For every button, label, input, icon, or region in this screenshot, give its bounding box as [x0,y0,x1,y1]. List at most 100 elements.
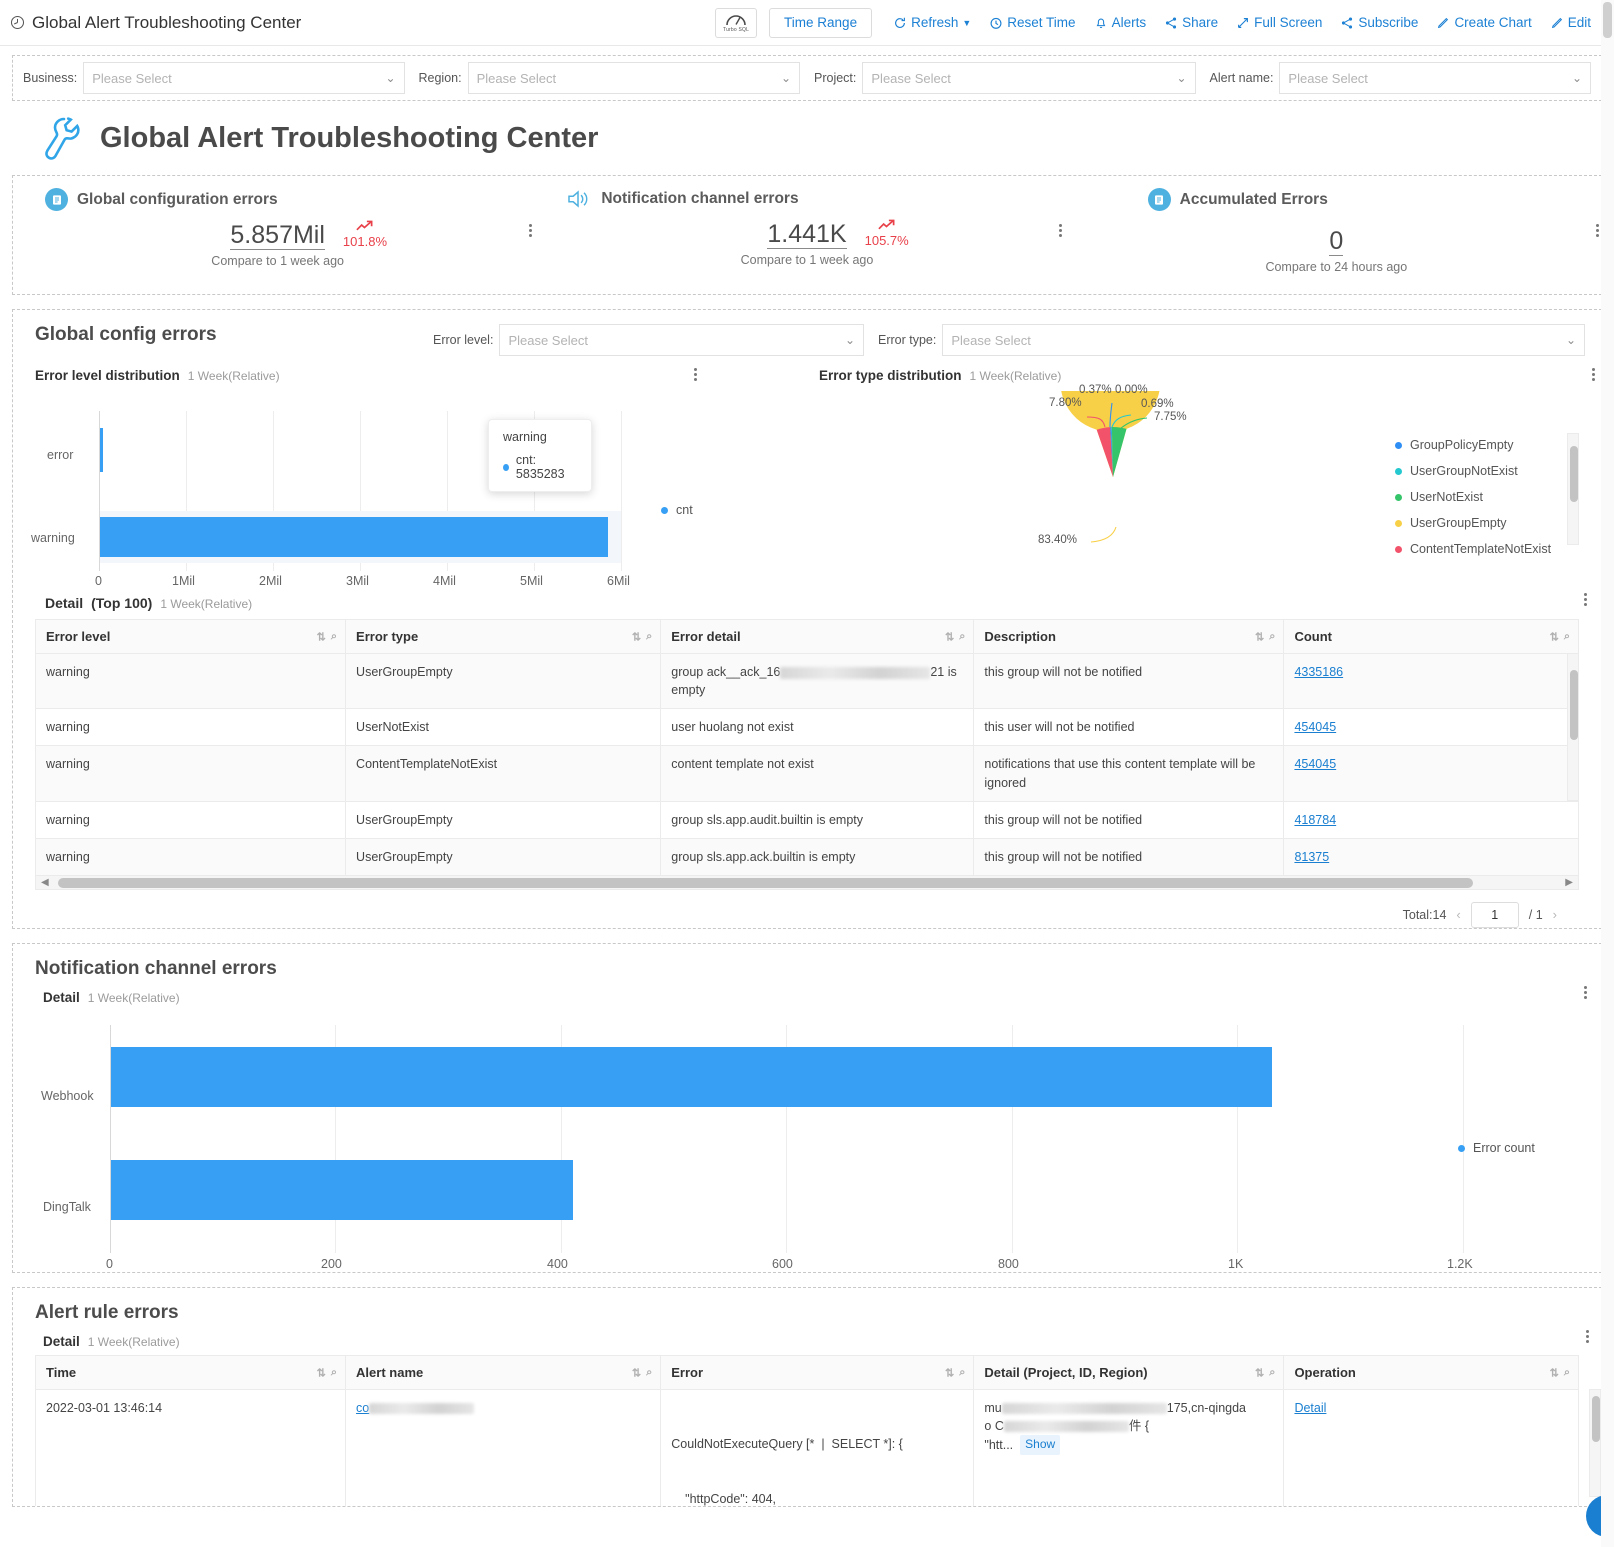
legend-scrollbar[interactable] [1567,433,1579,545]
cell-count-link[interactable]: 418784 [1294,813,1336,827]
cell-count-link[interactable]: 454045 [1294,720,1336,734]
column-tools[interactable]: ⇅ ⌕ [1550,630,1570,643]
reset-time-button[interactable]: Reset Time [980,15,1084,30]
sort-icon[interactable]: ⇅ [1255,630,1264,643]
chart-more-menu[interactable] [694,366,697,383]
column-header-error-type[interactable]: Error type ⇅ ⌕ [345,619,662,654]
kpi-more-menu[interactable] [1058,222,1062,239]
legend-item-contenttemplatenotexist[interactable]: ContentTemplateNotExist [1395,542,1575,556]
search-icon[interactable]: ⌕ [331,630,337,643]
sort-icon[interactable]: ⇅ [945,1366,954,1379]
kpi-more-menu[interactable] [529,222,533,239]
region-select[interactable]: Please Select ⌄ [467,62,800,94]
alerts-button[interactable]: Alerts [1085,15,1156,30]
column-tools[interactable]: ⇅ ⌕ [632,630,652,643]
cell-operation-detail-link[interactable]: Detail [1294,1401,1326,1415]
kpi-more-menu[interactable] [1595,222,1599,239]
bar-dingtalk[interactable] [111,1160,573,1220]
business-select[interactable]: Please Select ⌄ [83,62,405,94]
alert-name-select[interactable]: Please Select ⌄ [1279,62,1591,94]
detail-more-menu[interactable] [1584,591,1587,608]
search-icon[interactable]: ⌕ [1269,630,1275,643]
search-icon[interactable]: ⌕ [959,1366,965,1379]
column-tools[interactable]: ⇅ ⌕ [317,630,337,643]
sort-icon[interactable]: ⇅ [1255,1366,1264,1379]
sort-icon[interactable]: ⇅ [317,630,326,643]
turbo-sql-badge[interactable]: Turbo SQL [715,7,758,38]
column-tools[interactable]: ⇅ ⌕ [945,630,965,643]
sort-icon[interactable]: ⇅ [632,1366,641,1379]
search-icon[interactable]: ⌕ [646,1366,652,1379]
search-icon[interactable]: ⌕ [1564,630,1570,643]
subscribe-button[interactable]: Subscribe [1331,15,1427,30]
legend-item-usernotexist[interactable]: UserNotExist [1395,490,1575,504]
column-tools[interactable]: ⇅ ⌕ [945,1366,965,1379]
column-header-error-detail[interactable]: Error detail ⇅ ⌕ [660,619,975,654]
time-range-button[interactable]: Time Range [769,7,873,38]
edit-button[interactable]: Edit [1541,15,1600,30]
sort-icon[interactable]: ⇅ [1550,1366,1559,1379]
column-label: Detail (Project, ID, Region) [984,1365,1148,1380]
error-level-select[interactable]: Please Select ⌄ [499,324,864,356]
sort-icon[interactable]: ⇅ [632,630,641,643]
detail-show-button[interactable]: Show [1020,1435,1061,1455]
pagination-prev-button[interactable]: ‹ [1456,907,1460,922]
table-horizontal-scrollbar[interactable]: ◀ ▶ [35,875,1579,890]
column-header-count[interactable]: Count ⇅ ⌕ [1283,619,1579,654]
legend-item-grouppolicyempty[interactable]: GroupPolicyEmpty [1395,438,1575,452]
full-screen-button[interactable]: Full Screen [1227,15,1331,30]
search-icon[interactable]: ⌕ [1269,1366,1275,1379]
cell-count-link[interactable]: 4335186 [1294,665,1343,679]
cell-count-link[interactable]: 81375 [1294,850,1329,864]
cell-alert-name-link[interactable]: co [356,1401,369,1415]
table-vertical-scrollbar[interactable] [1567,653,1579,801]
column-header-alert-name[interactable]: Alert name ⇅ ⌕ [345,1355,662,1390]
cell-count-link[interactable]: 454045 [1294,757,1336,771]
error-type-select[interactable]: Please Select ⌄ [942,324,1585,356]
sort-icon[interactable]: ⇅ [945,630,954,643]
column-label: Error level [46,629,111,644]
detail-more-menu[interactable] [1586,1328,1589,1345]
bar-chart-legend[interactable]: cnt [661,503,693,517]
column-tools[interactable]: ⇅ ⌕ [1255,1366,1275,1379]
legend-item-usergroupempty[interactable]: UserGroupEmpty [1395,516,1575,530]
kpi-value[interactable]: 5.857Mil [230,221,325,250]
notification-detail-header: Detail 1 Week(Relative) [43,986,1601,1005]
column-header-detail[interactable]: Detail (Project, ID, Region) ⇅ ⌕ [973,1355,1285,1390]
column-tools[interactable]: ⇅ ⌕ [1550,1366,1570,1379]
search-icon[interactable]: ⌕ [1564,1366,1570,1379]
pagination-page-input[interactable]: 1 [1470,901,1519,928]
search-icon[interactable]: ⌕ [959,630,965,643]
sort-icon[interactable]: ⇅ [317,1366,326,1379]
column-tools[interactable]: ⇅ ⌕ [317,1366,337,1379]
kpi-value[interactable]: 1.441K [767,220,847,249]
refresh-button[interactable]: Refresh ▼ [884,15,980,30]
sort-icon[interactable]: ⇅ [1550,630,1559,643]
bar-warning[interactable] [100,517,608,557]
bar-webhook[interactable] [111,1047,1272,1107]
pie-svg[interactable] [1017,391,1257,576]
bar-error[interactable] [100,428,103,472]
kpi-value[interactable]: 0 [1329,227,1344,256]
search-icon[interactable]: ⌕ [331,1366,337,1379]
scroll-left-arrow-icon[interactable]: ◀ [41,877,49,888]
chart-more-menu[interactable] [1584,984,1587,1001]
column-tools[interactable]: ⇅ ⌕ [1255,630,1275,643]
search-icon[interactable]: ⌕ [646,630,652,643]
column-header-description[interactable]: Description ⇅ ⌕ [973,619,1285,654]
column-header-error[interactable]: Error ⇅ ⌕ [660,1355,975,1390]
chart-more-menu[interactable] [1592,366,1595,383]
column-header-error-level[interactable]: Error level ⇅ ⌕ [34,619,347,654]
share-button[interactable]: Share [1155,15,1227,30]
page-scrollbar[interactable] [1601,0,1614,1547]
legend-item-usergroupnotexist[interactable]: UserGroupNotExist [1395,464,1575,478]
nc-chart-legend[interactable]: Error count [1458,1141,1535,1155]
project-select[interactable]: Please Select ⌄ [862,62,1196,94]
create-chart-button[interactable]: Create Chart [1427,15,1540,30]
column-header-time[interactable]: Time ⇅ ⌕ [34,1355,347,1390]
scroll-right-arrow-icon[interactable]: ▶ [1565,877,1573,888]
table-vertical-scrollbar[interactable] [1589,1389,1601,1497]
column-tools[interactable]: ⇅ ⌕ [632,1366,652,1379]
pagination-next-button[interactable]: › [1553,907,1557,922]
column-header-operation[interactable]: Operation ⇅ ⌕ [1283,1355,1579,1390]
